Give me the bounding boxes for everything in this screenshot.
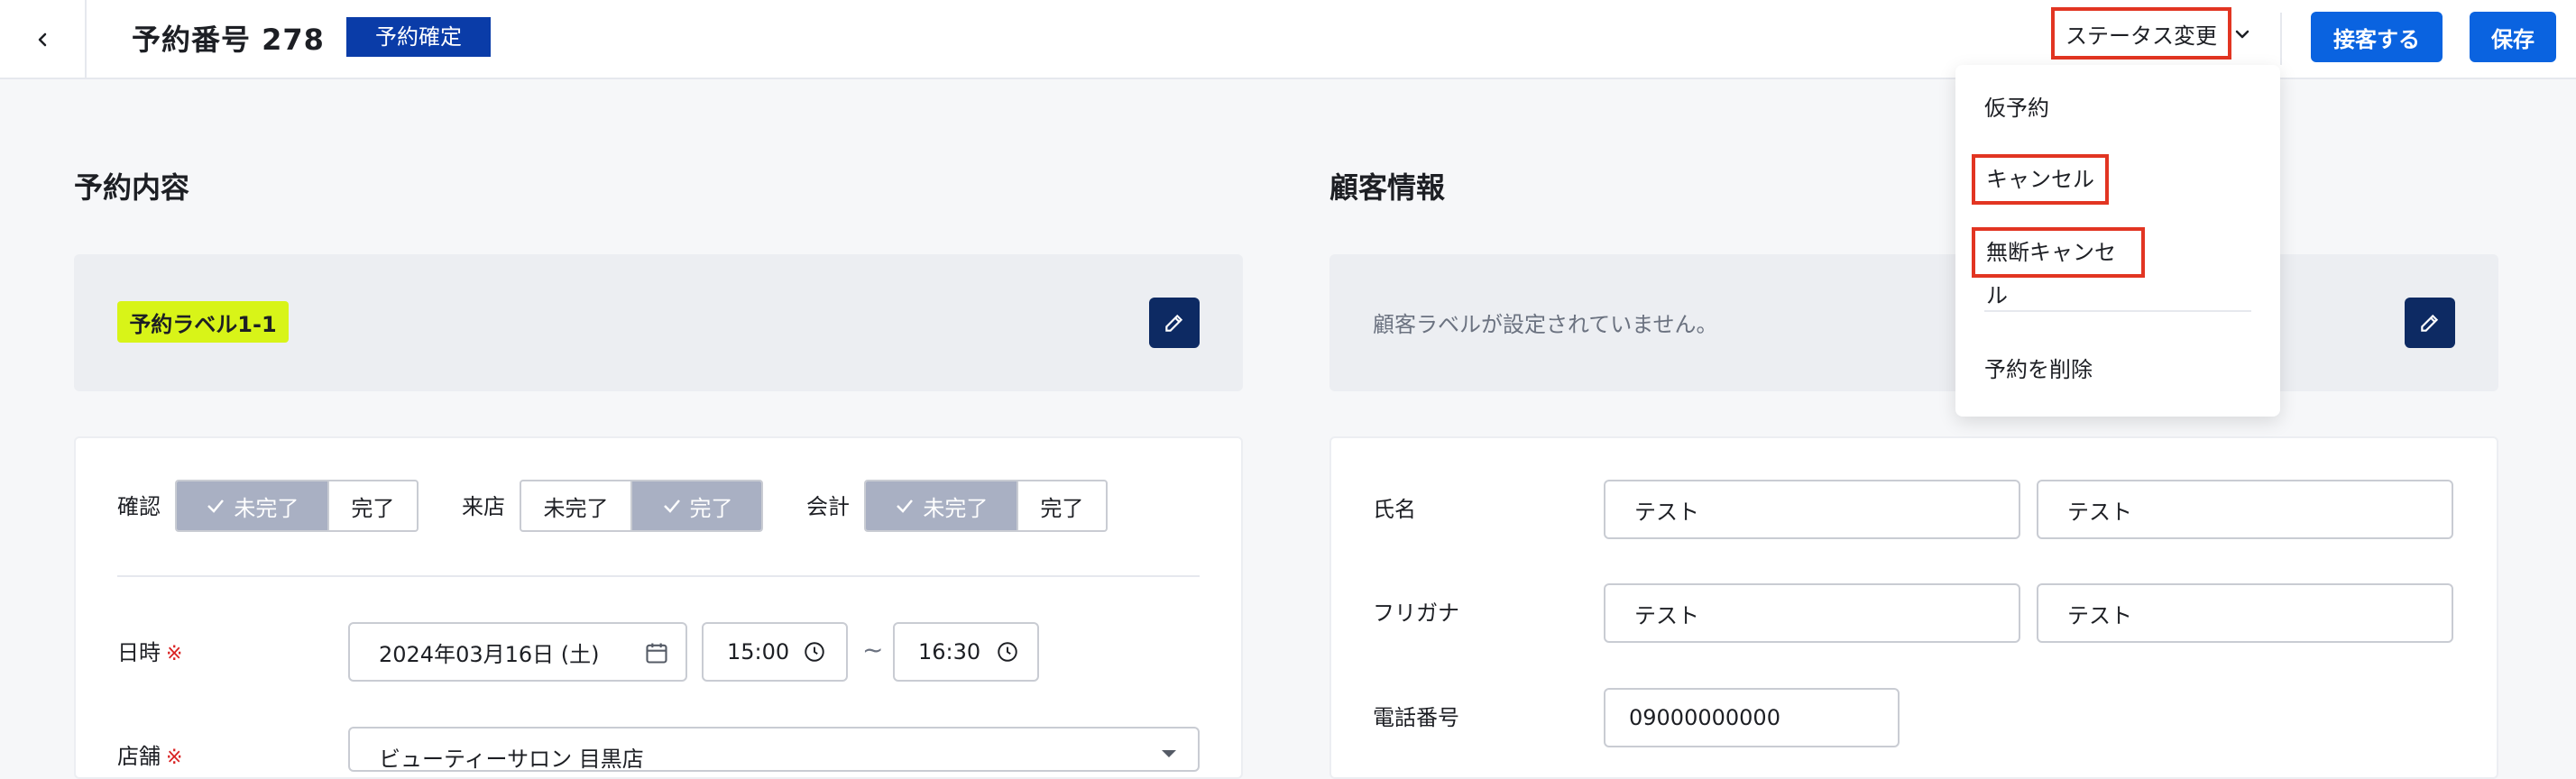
customer-label-empty-text: 顧客ラベルが設定されていません。 (1373, 312, 1718, 337)
check-icon (897, 499, 914, 513)
payment-label: 会計 (806, 494, 850, 519)
clock-icon[interactable] (996, 640, 1019, 664)
visit-label: 来店 (462, 494, 505, 519)
kana-label: フリガナ (1373, 600, 1459, 626)
store-select[interactable]: ビューティーサロン 目黒店 (348, 727, 1200, 772)
time-range-separator: ~ (862, 635, 884, 664)
date-input[interactable]: 2024年03月16日 (土) (348, 622, 687, 682)
payment-segmented-control: 未完了 完了 (864, 480, 1108, 532)
pencil-icon (2421, 314, 2439, 332)
payment-complete-option[interactable]: 完了 (1016, 481, 1106, 530)
chevron-down-icon[interactable] (2233, 25, 2251, 43)
status-badge: 予約確定 (346, 17, 491, 57)
phone-label: 電話番号 (1373, 705, 1459, 730)
chevron-left-icon (38, 32, 47, 47)
menu-item-cancel[interactable]: キャンセル (1972, 154, 2109, 205)
required-mark: ※ (166, 747, 183, 769)
serve-button[interactable]: 接客する (2311, 12, 2443, 62)
confirm-incomplete-option[interactable]: 未完了 (177, 481, 327, 530)
status-change-button[interactable]: ステータス変更 (2051, 7, 2231, 60)
section-divider (117, 575, 1200, 577)
confirm-complete-option[interactable]: 完了 (327, 481, 417, 530)
back-button[interactable] (0, 0, 87, 79)
required-mark: ※ (166, 643, 183, 665)
last-name-input[interactable]: テスト (1604, 480, 2020, 539)
edit-reservation-label-button[interactable] (1149, 298, 1200, 348)
clock-icon[interactable] (803, 640, 826, 664)
customer-section-title: 顧客情報 (1329, 170, 1446, 205)
last-name-kana-input[interactable]: テスト (1604, 583, 2020, 643)
name-label: 氏名 (1373, 497, 1416, 522)
confirm-segmented-control: 未完了 完了 (175, 480, 419, 532)
phone-input[interactable]: 09000000000 (1604, 688, 1900, 747)
first-name-input[interactable]: テスト (2037, 480, 2453, 539)
menu-item-delete[interactable]: 予約を削除 (1984, 350, 2093, 390)
check-icon (207, 499, 225, 513)
caret-down-icon (1162, 750, 1176, 757)
menu-divider (1984, 310, 2251, 312)
reservation-label-chip: 予約ラベル1-1 (117, 301, 289, 343)
datetime-label: 日時 ※ (117, 640, 183, 665)
page-title: 予約番号 278 (132, 23, 325, 57)
menu-item-no-show-cancel[interactable]: 無断キャンセル (1972, 227, 2145, 308)
menu-item-provisional[interactable]: 仮予約 (1984, 88, 2049, 128)
first-name-kana-input[interactable]: テスト (2037, 583, 2453, 643)
visit-complete-option[interactable]: 完了 (630, 481, 761, 530)
visit-segmented-control: 未完了 完了 (520, 480, 763, 532)
calendar-icon[interactable] (644, 640, 669, 665)
save-button[interactable]: 保存 (2470, 12, 2556, 62)
reservation-section-title: 予約内容 (74, 170, 190, 205)
store-label: 店舗 ※ (117, 744, 183, 769)
visit-incomplete-option[interactable]: 未完了 (521, 481, 630, 530)
header-divider (2280, 13, 2282, 65)
edit-customer-label-button[interactable] (2405, 298, 2455, 348)
payment-incomplete-option[interactable]: 未完了 (866, 481, 1017, 530)
pencil-icon (1165, 314, 1183, 332)
check-icon (663, 499, 680, 513)
confirm-label: 確認 (117, 494, 161, 519)
